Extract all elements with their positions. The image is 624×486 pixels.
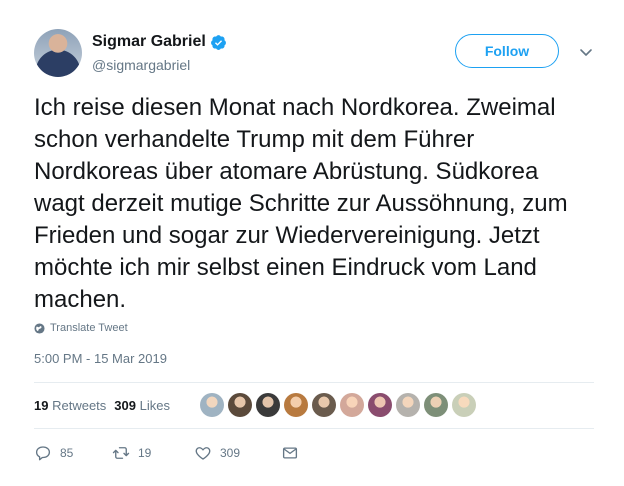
like-count: 309	[220, 446, 241, 460]
engagement-stats: 19 Retweets 309 Likes	[34, 398, 170, 413]
likes-stat[interactable]: 309 Likes	[114, 398, 170, 413]
translate-label[interactable]: Translate Tweet	[50, 322, 128, 334]
translate-tweet-link[interactable]: Translate Tweet	[34, 322, 128, 334]
verified-badge-icon	[210, 34, 226, 50]
globe-icon	[34, 322, 45, 334]
liker-avatar[interactable]	[312, 393, 336, 417]
liker-avatar[interactable]	[368, 393, 392, 417]
divider	[34, 382, 594, 383]
tweet-card: Sigmar Gabriel @sigmargabriel Follow Ich…	[0, 0, 624, 486]
liker-avatar[interactable]	[200, 393, 224, 417]
retweet-count: 19	[138, 446, 152, 460]
liker-avatar[interactable]	[228, 393, 252, 417]
author-avatar[interactable]	[34, 29, 82, 77]
likes-label: Likes	[139, 398, 170, 413]
liker-avatar[interactable]	[284, 393, 308, 417]
liker-avatar[interactable]	[256, 393, 280, 417]
liker-avatar[interactable]	[396, 393, 420, 417]
author-name-row: Sigmar Gabriel	[92, 33, 227, 51]
follow-button[interactable]: Follow	[455, 34, 559, 68]
divider	[34, 428, 594, 429]
retweets-stat[interactable]: 19 Retweets	[34, 398, 106, 413]
like-button[interactable]: 309	[194, 444, 281, 462]
retweets-count: 19	[34, 398, 49, 413]
envelope-icon	[282, 447, 298, 459]
author-handle[interactable]: @sigmargabriel	[92, 57, 190, 73]
likes-count: 309	[114, 398, 136, 413]
tweet-text: Ich reise diesen Monat nach Nordkorea. Z…	[34, 94, 568, 313]
reply-icon	[35, 446, 51, 461]
liker-avatar[interactable]	[340, 393, 364, 417]
author-name[interactable]: Sigmar Gabriel	[92, 33, 206, 51]
reply-count: 85	[60, 446, 74, 460]
reply-button[interactable]: 85	[34, 444, 112, 462]
direct-message-button[interactable]	[281, 444, 299, 462]
tweet-timestamp[interactable]: 5:00 PM - 15 Mar 2019	[34, 351, 167, 366]
liker-avatars	[200, 393, 476, 417]
chevron-down-icon[interactable]	[578, 44, 594, 60]
heart-icon	[195, 447, 211, 460]
tweet-actions: 85 19 309	[34, 444, 299, 462]
retweets-label: Retweets	[52, 398, 107, 413]
liker-avatar[interactable]	[452, 393, 476, 417]
retweet-button[interactable]: 19	[112, 444, 194, 462]
liker-avatar[interactable]	[424, 393, 448, 417]
retweet-icon	[112, 447, 130, 459]
